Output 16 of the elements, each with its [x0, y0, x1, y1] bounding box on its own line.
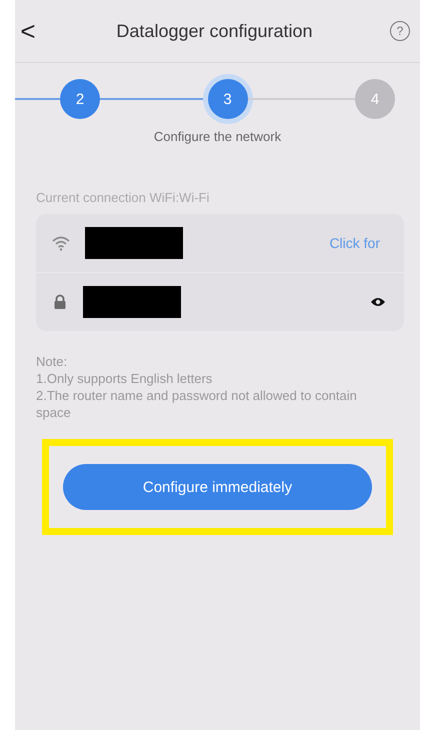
help-button[interactable]: ? — [390, 21, 410, 41]
note-text: Note: — [36, 353, 68, 370]
eye-icon[interactable] — [370, 297, 386, 307]
step-indicator: 3 — [208, 79, 248, 119]
step-caption: Configure the network — [152, 129, 282, 144]
select-wifi-link[interactable]: Click for — [329, 235, 380, 251]
note-text: 2.The router name and password not allowed to contain space — [36, 387, 358, 421]
wifi-icon — [52, 235, 70, 251]
step-indicator: 4 — [355, 79, 395, 119]
back-button[interactable]: < — [17, 16, 39, 46]
step-indicator: 2 — [60, 79, 100, 119]
window-title: Datalogger configuration — [115, 20, 314, 42]
lock-icon — [52, 294, 68, 310]
note-text: 1.Only supports English letters — [36, 370, 214, 387]
configure-button[interactable]: Configure immediately — [63, 464, 372, 510]
connection-label: Current connection WiFi:Wi-Fi — [36, 190, 210, 205]
